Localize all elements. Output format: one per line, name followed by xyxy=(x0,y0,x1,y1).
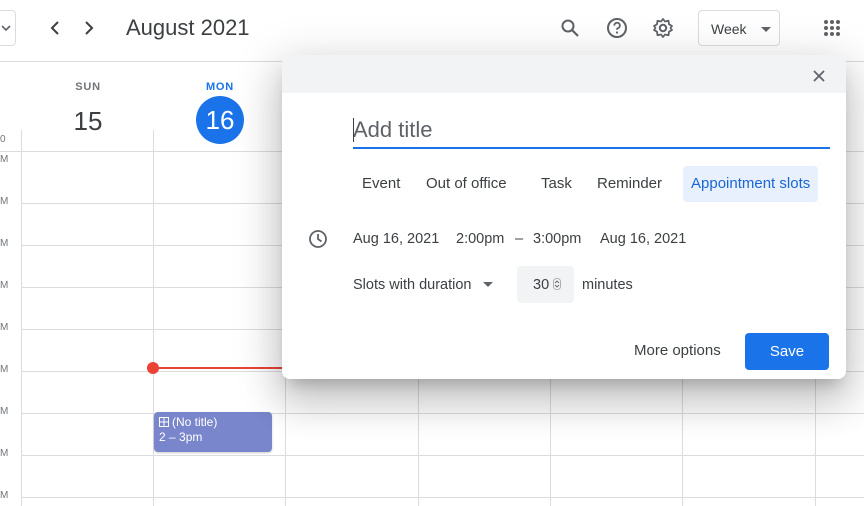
dialog-drag-bar[interactable] xyxy=(282,55,846,93)
clock-icon xyxy=(308,229,328,254)
day-number-15[interactable]: 15 xyxy=(64,104,112,152)
month-title: August 2021 xyxy=(126,15,250,40)
text-caret xyxy=(353,118,354,142)
day-of-week-sun: SUN xyxy=(75,81,101,93)
hour-label: M xyxy=(0,490,9,501)
hour-label: M xyxy=(0,364,9,375)
tab-out-of-office[interactable]: Out of office xyxy=(418,166,515,202)
day-number-16-today[interactable]: 16 xyxy=(196,96,244,144)
current-time-line xyxy=(153,367,283,369)
hour-label: M xyxy=(0,238,9,249)
time-range-dash: – xyxy=(515,231,524,247)
appointment-grid-icon xyxy=(159,416,169,430)
slots-duration-select[interactable]: Slots with duration xyxy=(353,277,471,293)
tab-task[interactable]: Task xyxy=(533,166,580,202)
more-options-button[interactable]: More options xyxy=(628,333,727,369)
hour-label: M xyxy=(0,322,9,333)
quick-create-dialog: Event Out of office Task Reminder Appoin… xyxy=(282,55,846,379)
hour-label: M xyxy=(0,196,9,207)
event-time: 2 – 3pm xyxy=(159,430,203,444)
tab-event[interactable]: Event xyxy=(354,166,408,202)
view-selector[interactable]: Week xyxy=(698,10,780,46)
event-title: (No title) xyxy=(172,415,218,429)
dropdown-arrow-icon xyxy=(1,25,11,31)
hour-label: M xyxy=(0,448,9,459)
hour-label: M xyxy=(0,280,9,291)
duration-input[interactable]: 30 xyxy=(517,266,574,303)
hour-label: 0 xyxy=(0,134,6,145)
event-chip[interactable]: (No title) 2 – 3pm xyxy=(154,412,272,452)
hour-label: M xyxy=(0,406,9,417)
tab-appointment-slots[interactable]: Appointment slots xyxy=(683,166,819,202)
top-header: August 2021 Week xyxy=(0,0,864,62)
settings-icon[interactable] xyxy=(649,14,677,42)
dropdown-arrow-icon xyxy=(483,282,493,287)
end-time[interactable]: 3:00pm xyxy=(533,231,581,247)
help-icon[interactable] xyxy=(603,14,631,42)
day-of-week-mon: MON xyxy=(205,81,235,93)
close-icon[interactable] xyxy=(808,65,830,87)
minutes-label: minutes xyxy=(582,277,633,293)
chevron-right-icon[interactable] xyxy=(75,14,103,42)
view-selector-label: Week xyxy=(711,21,747,37)
duration-value: 30 xyxy=(533,277,550,293)
spinner-arrows-icon[interactable] xyxy=(553,278,561,290)
title-input[interactable] xyxy=(353,113,830,149)
end-date[interactable]: Aug 16, 2021 xyxy=(600,231,686,247)
dropdown-arrow-icon xyxy=(761,27,771,32)
apps-grid-icon[interactable] xyxy=(818,14,846,42)
chevron-left-icon[interactable] xyxy=(41,14,69,42)
start-date[interactable]: Aug 16, 2021 xyxy=(353,231,439,247)
save-button[interactable]: Save xyxy=(745,333,829,370)
hour-label: M xyxy=(0,154,9,165)
start-time[interactable]: 2:00pm xyxy=(456,231,504,247)
today-button-partial[interactable] xyxy=(0,10,16,46)
tab-reminder[interactable]: Reminder xyxy=(589,166,670,202)
search-icon[interactable] xyxy=(556,14,584,42)
